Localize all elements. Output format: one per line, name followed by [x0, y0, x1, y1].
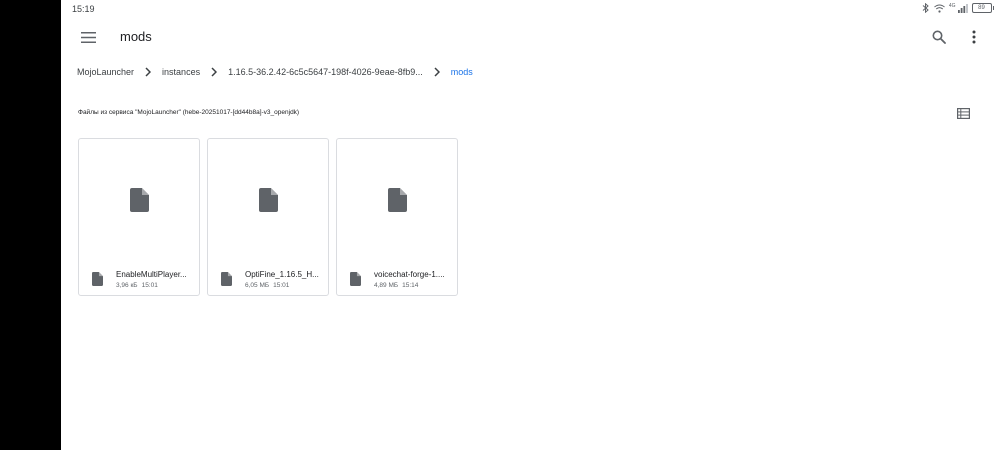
signal-icon — [957, 3, 968, 13]
app-bar: mods — [61, 20, 1000, 54]
file-card[interactable]: EnableMultiPlayer... 3,96 кБ 15:01 — [78, 138, 200, 296]
file-meta: 4,89 МБ 15:14 — [374, 282, 418, 289]
file-meta: 6,05 МБ 15:01 — [245, 282, 289, 289]
breadcrumb-item-mods[interactable]: mods — [451, 67, 473, 77]
chevron-right-icon — [434, 67, 440, 77]
file-time: 15:01 — [141, 282, 158, 289]
network-type: 4G — [948, 3, 956, 9]
file-meta: 3,96 кБ 15:01 — [116, 282, 158, 289]
menu-icon — [80, 31, 96, 43]
view-toggle-button[interactable] — [953, 104, 973, 122]
breadcrumb-separator — [134, 67, 162, 77]
more-options-button[interactable] — [962, 25, 986, 49]
breadcrumb-separator — [200, 67, 228, 77]
file-time: 15:01 — [273, 282, 290, 289]
source-info: Файлы из сервиса "MojoLauncher" (hebe-20… — [78, 109, 300, 116]
battery-icon: 89 — [971, 3, 994, 13]
file-name: OptiFine_1.16.5_H... — [245, 270, 319, 279]
breadcrumb-item-instances[interactable]: instances — [162, 67, 200, 77]
file-name: EnableMultiPlayer... — [116, 270, 187, 279]
file-time: 15:14 — [402, 282, 419, 289]
bluetooth-icon — [922, 3, 929, 13]
file-card[interactable]: OptiFine_1.16.5_H... 6,05 МБ 15:01 — [207, 138, 329, 296]
chevron-right-icon — [145, 67, 152, 77]
breadcrumb-item-instance[interactable]: 1.16.5-36.2.42-6c5c5647-198f-4026-9eae-8… — [228, 67, 423, 77]
app-screen: 15:19 4G 89 mods MojoLauncher instances … — [61, 0, 1000, 450]
file-size: 3,96 кБ — [116, 282, 138, 289]
chevron-right-icon — [211, 67, 218, 77]
breadcrumb-separator — [423, 67, 451, 77]
page-title: mods — [120, 29, 152, 44]
file-icon — [130, 188, 149, 212]
file-icon — [259, 188, 278, 212]
more-vert-icon — [972, 30, 976, 44]
file-grid: EnableMultiPlayer... 3,96 кБ 15:01 OptiFi… — [78, 138, 458, 296]
wifi-icon — [934, 4, 945, 13]
search-icon — [932, 30, 946, 44]
file-icon — [221, 272, 232, 286]
battery-body: 89 — [971, 3, 992, 13]
search-button[interactable] — [927, 25, 951, 49]
file-icon — [350, 272, 361, 286]
battery-level: 89 — [978, 5, 985, 11]
file-name: voicechat-forge-1.... — [374, 270, 445, 279]
list-view-icon — [956, 107, 970, 119]
status-time: 15:19 — [72, 4, 95, 14]
file-card[interactable]: voicechat-forge-1.... 4,89 МБ 15:14 — [336, 138, 458, 296]
file-size: 4,89 МБ — [374, 282, 399, 289]
menu-button[interactable] — [77, 26, 99, 48]
status-icons: 4G 89 — [922, 3, 994, 13]
battery-tip — [992, 6, 994, 10]
breadcrumb-item-launcher[interactable]: MojoLauncher — [77, 67, 134, 77]
file-size: 6,05 МБ — [245, 282, 270, 289]
status-bar: 15:19 4G 89 — [61, 0, 1000, 20]
breadcrumb: MojoLauncher instances 1.16.5-36.2.42-6c… — [77, 63, 473, 81]
file-icon — [388, 188, 407, 212]
file-icon — [92, 272, 103, 286]
